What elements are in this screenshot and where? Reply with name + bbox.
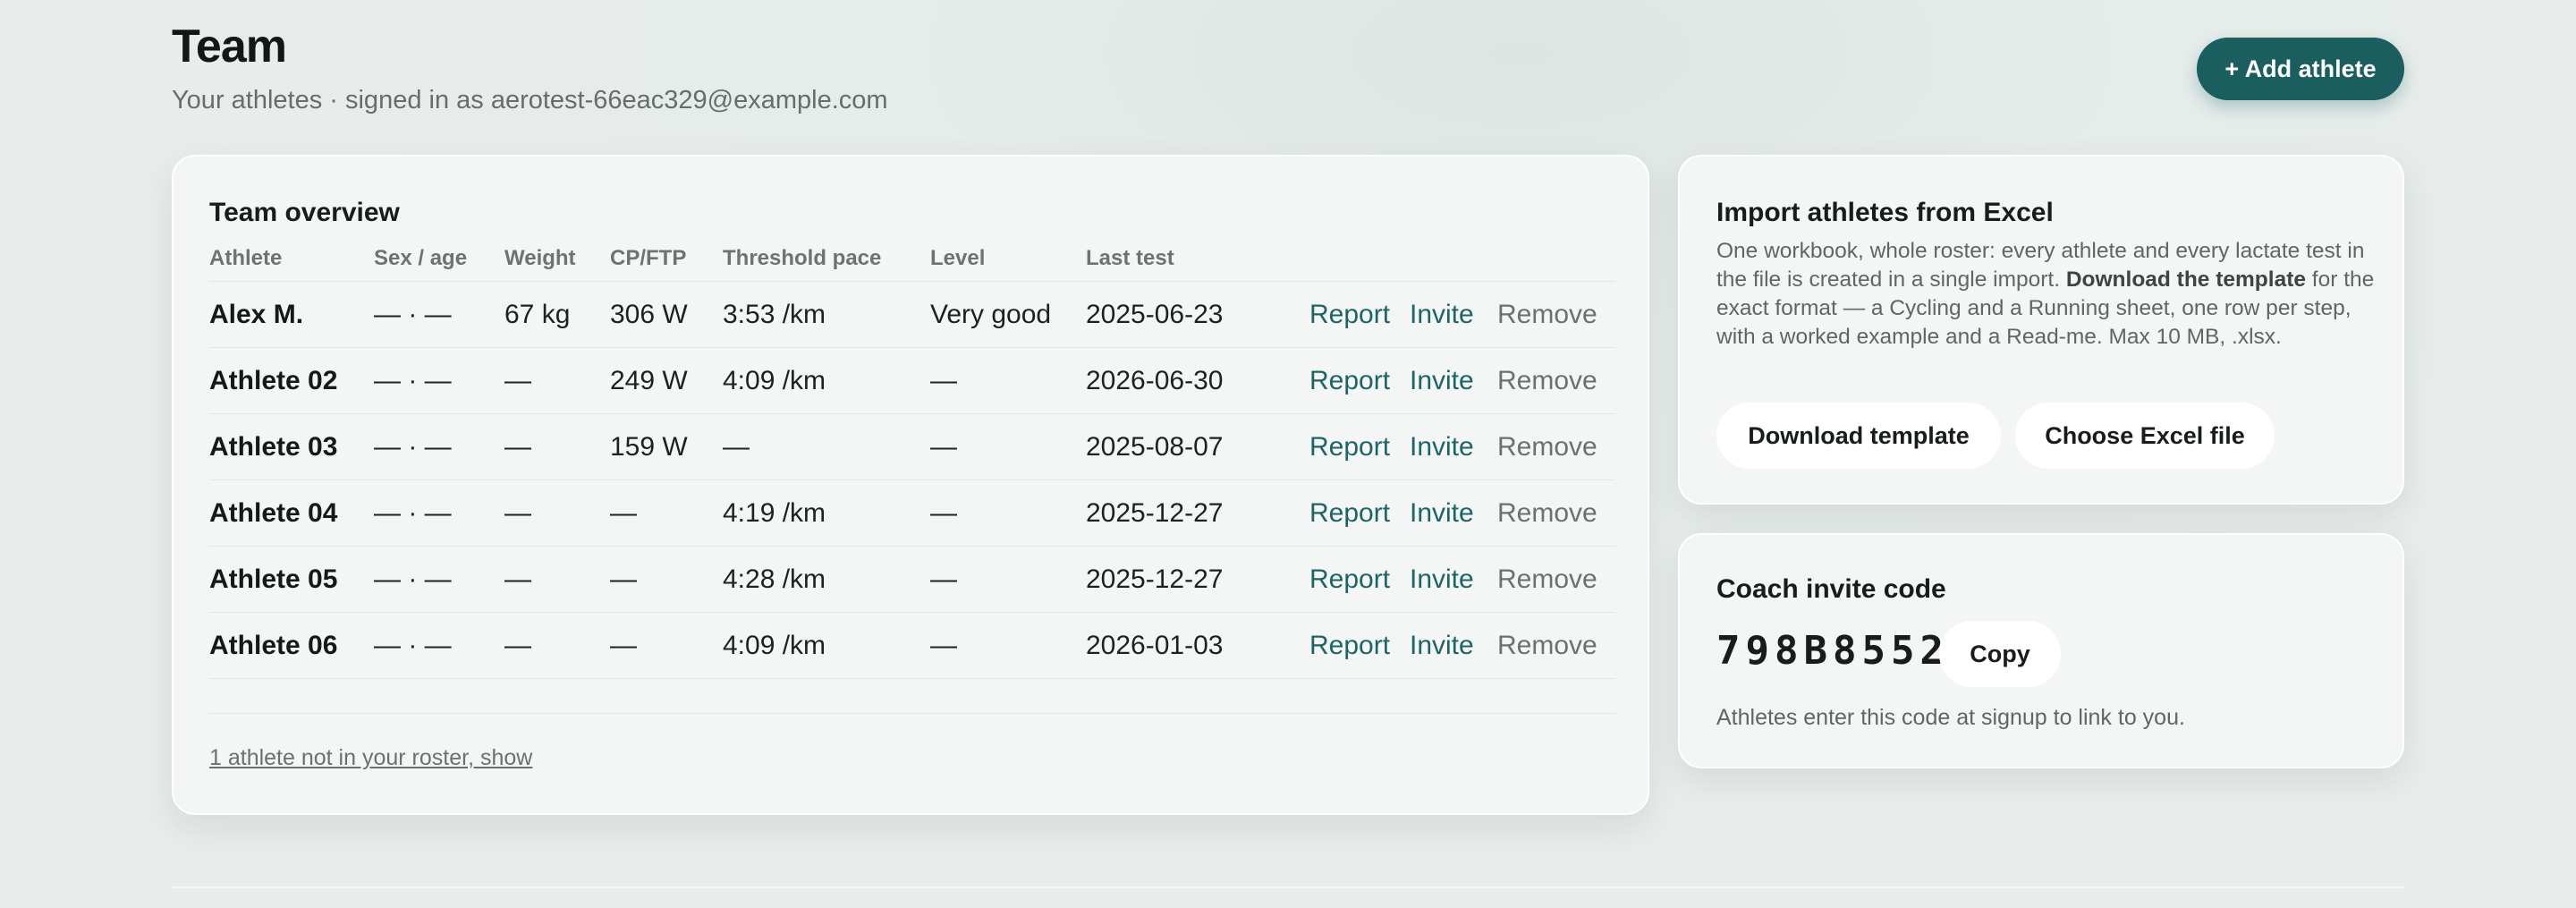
download-template-inline-link[interactable]: Download the template [2066,267,2306,292]
athlete-level: — [930,564,957,594]
athlete-threshold-pace: 3:53 /km [723,299,826,329]
athlete-cp-ftp: — [610,497,637,528]
add-athlete-button[interactable]: + Add athlete [2197,38,2404,100]
athlete-threshold-pace: 4:19 /km [723,497,826,528]
athlete-last-test: 2026-01-03 [1086,630,1224,660]
athlete-sex-age: — · — [374,299,452,329]
athlete-sex-age: — · — [374,431,452,462]
athlete-name: Athlete 02 [209,365,338,395]
coach-invite-title: Coach invite code [1716,574,1946,604]
invite-code: 798B8552 [1716,628,1949,674]
athlete-threshold-pace: — [723,431,750,462]
report-link[interactable]: Report [1309,480,1390,546]
column-header-sex-age: Sex / age [374,246,468,270]
coach-invite-card: Coach invite code 798B8552 Copy Athletes… [1678,533,2404,768]
column-header-cp-ftp: CP/FTP [610,246,687,270]
import-excel-title: Import athletes from Excel [1716,198,2054,227]
download-template-button[interactable]: Download template [1716,403,2001,469]
remove-link[interactable]: Remove [1497,414,1597,479]
athlete-cp-ftp: 306 W [610,299,688,329]
import-excel-card: Import athletes from Excel One workbook,… [1678,155,2404,505]
athlete-sex-age: — · — [374,365,452,395]
athlete-level: Very good [930,299,1052,329]
athlete-weight: — [504,431,531,462]
report-link[interactable]: Report [1309,613,1390,678]
athlete-last-test: 2025-08-07 [1086,431,1224,462]
invite-note: Athletes enter this code at signup to li… [1716,705,2185,730]
import-description: One workbook, whole roster: every athlet… [1716,237,2378,352]
athlete-last-test: 2025-12-27 [1086,497,1224,528]
choose-excel-file-button[interactable]: Choose Excel file [2015,403,2275,469]
table-row: Athlete 04 — · — — — 4:19 /km — 2025-12-… [209,480,1615,547]
page-title: Team [172,21,287,72]
table-row: Athlete 02 — · — — 249 W 4:09 /km — 2026… [209,348,1615,414]
athlete-level: — [930,365,957,395]
column-header-last-test: Last test [1086,246,1174,270]
athlete-weight: — [504,497,531,528]
remove-link[interactable]: Remove [1497,547,1597,612]
table-divider [209,713,1615,714]
invite-link[interactable]: Invite [1410,282,1474,347]
table-row: Athlete 06 — · — — — 4:09 /km — 2026-01-… [209,613,1615,679]
athlete-cp-ftp: 159 W [610,431,688,462]
copy-code-button[interactable]: Copy [1939,621,2061,687]
athlete-cp-ftp: — [610,564,637,594]
athlete-sex-age: — · — [374,564,452,594]
show-unrostered-athletes-link[interactable]: 1 athlete not in your roster, show [209,745,532,771]
page-subtitle: Your athletes · signed in as aerotest-66… [172,86,888,115]
invite-link[interactable]: Invite [1410,414,1474,479]
athlete-weight: — [504,365,531,395]
athlete-name: Athlete 05 [209,564,338,594]
athlete-name: Athlete 06 [209,630,338,660]
athlete-last-test: 2026-06-30 [1086,365,1224,395]
athlete-sex-age: — · — [374,497,452,528]
athlete-threshold-pace: 4:09 /km [723,630,826,660]
invite-link[interactable]: Invite [1410,480,1474,546]
athlete-level: — [930,497,957,528]
report-link[interactable]: Report [1309,547,1390,612]
team-overview-card: Team overview Athlete Sex / age Weight C… [172,155,1649,815]
invite-link[interactable]: Invite [1410,613,1474,678]
report-link[interactable]: Report [1309,414,1390,479]
athlete-weight: — [504,564,531,594]
athlete-threshold-pace: 4:28 /km [723,564,826,594]
column-header-threshold-pace: Threshold pace [723,246,882,270]
athlete-cp-ftp: — [610,630,637,660]
remove-link[interactable]: Remove [1497,348,1597,413]
athlete-weight: 67 kg [504,299,571,329]
column-header-level: Level [930,246,986,270]
remove-link[interactable]: Remove [1497,480,1597,546]
column-header-weight: Weight [504,246,576,270]
table-header: Athlete Sex / age Weight CP/FTP Threshol… [209,244,1615,282]
athlete-threshold-pace: 4:09 /km [723,365,826,395]
athlete-level: — [930,630,957,660]
athlete-cp-ftp: 249 W [610,365,688,395]
athlete-level: — [930,431,957,462]
column-header-athlete: Athlete [209,246,283,270]
athlete-sex-age: — · — [374,630,452,660]
athlete-name: Athlete 04 [209,497,338,528]
team-overview-title: Team overview [209,198,400,227]
table-row: Alex M. — · — 67 kg 306 W 3:53 /km Very … [209,282,1615,348]
table-row: Athlete 03 — · — — 159 W — — 2025-08-07 … [209,414,1615,480]
table-row: Athlete 05 — · — — — 4:28 /km — 2025-12-… [209,547,1615,613]
athlete-last-test: 2025-12-27 [1086,564,1224,594]
report-link[interactable]: Report [1309,348,1390,413]
footer-divider [172,887,2404,888]
athlete-weight: — [504,630,531,660]
athlete-name: Alex M. [209,299,304,329]
report-link[interactable]: Report [1309,282,1390,347]
remove-link[interactable]: Remove [1497,282,1597,347]
invite-link[interactable]: Invite [1410,348,1474,413]
invite-link[interactable]: Invite [1410,547,1474,612]
remove-link[interactable]: Remove [1497,613,1597,678]
athlete-name: Athlete 03 [209,431,338,462]
athlete-last-test: 2025-06-23 [1086,299,1224,329]
